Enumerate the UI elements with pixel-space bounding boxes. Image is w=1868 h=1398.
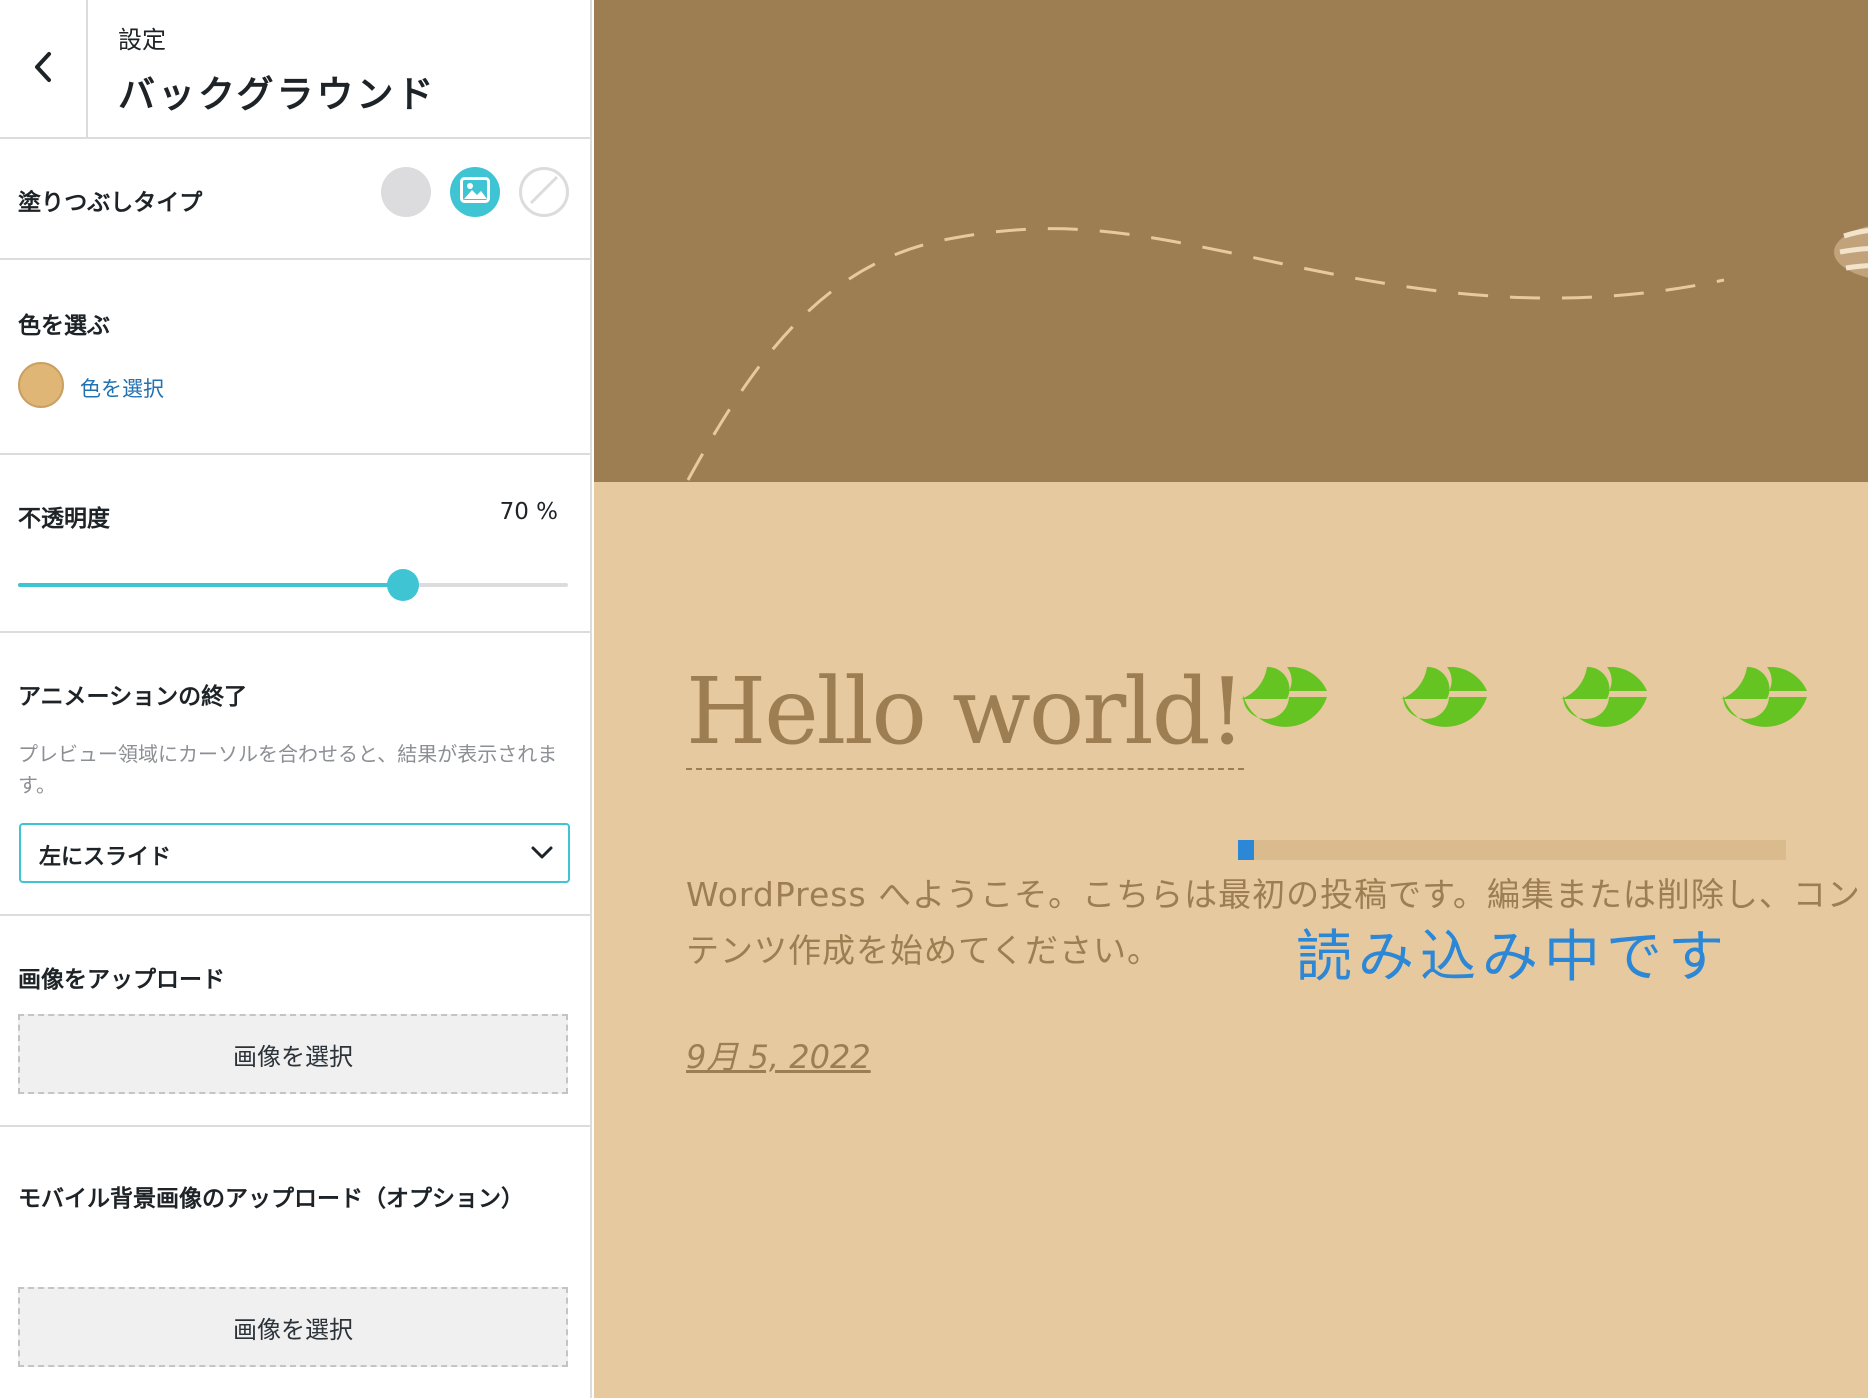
fill-type-section: 塗りつぶしタイプ xyxy=(0,137,590,260)
mobile-upload-image-button[interactable]: 画像を選択 xyxy=(18,1287,568,1367)
mobile-upload-section: モバイル背景画像のアップロード（オプション） 画像を選択 xyxy=(0,1127,590,1398)
site-preview[interactable]: Hello world! WordPress へようこそ。こちらは最初の投稿です… xyxy=(594,0,1868,1398)
preview-hero xyxy=(594,0,1868,482)
wood-stump-decoration xyxy=(1834,226,1868,278)
customizer-sidebar: 設定 バックグラウンド 塗りつぶしタイプ 色を選ぶ 色を選択 不透明度 70 %… xyxy=(0,0,592,1398)
panel-header: 設定 バックグラウンド xyxy=(0,0,590,139)
dashed-path-decoration xyxy=(686,226,1868,481)
color-section: 色を選ぶ 色を選択 xyxy=(0,260,590,455)
opacity-slider-fill xyxy=(18,583,403,587)
panel-breadcrumb: 設定 xyxy=(118,26,166,54)
green-leaf-icon xyxy=(1721,667,1807,727)
preview-content: Hello world! WordPress へようこそ。こちらは最初の投稿です… xyxy=(594,482,1868,1398)
loading-progress-bar xyxy=(1238,840,1786,860)
loading-text: 読み込み中です xyxy=(1296,925,1730,990)
panel-title: バックグラウンド xyxy=(118,73,437,116)
animation-select-value: 左にスライド xyxy=(39,845,172,870)
animation-description: プレビュー領域にカーソルを合わせると、結果が表示されます。 xyxy=(18,742,558,797)
no-fill-icon xyxy=(524,170,564,214)
opacity-slider[interactable] xyxy=(18,569,568,601)
post-date-link[interactable]: 9月 5, 2022 xyxy=(686,1032,871,1078)
chevron-down-icon xyxy=(530,843,554,867)
opacity-section: 不透明度 70 % xyxy=(0,455,590,633)
fill-type-label: 塗りつぶしタイプ xyxy=(18,190,203,216)
chevron-left-icon xyxy=(32,50,54,88)
opacity-slider-thumb[interactable] xyxy=(387,569,419,601)
fill-none-option[interactable] xyxy=(519,167,569,217)
green-leaf-icon xyxy=(1561,667,1647,727)
image-icon xyxy=(460,177,490,207)
post-title-link[interactable]: Hello world! xyxy=(686,662,1246,770)
color-label: 色を選ぶ xyxy=(18,313,110,339)
upload-image-button[interactable]: 画像を選択 xyxy=(18,1014,568,1094)
opacity-value: 70 % xyxy=(499,499,558,525)
animation-select[interactable]: 左にスライド xyxy=(19,823,570,883)
select-color-link[interactable]: 色を選択 xyxy=(80,373,164,403)
animation-label: アニメーションの終了 xyxy=(18,684,248,710)
fill-image-option[interactable] xyxy=(450,167,500,217)
loading-progress-fill xyxy=(1238,840,1255,860)
opacity-label: 不透明度 xyxy=(18,506,110,532)
green-leaf-icon xyxy=(1241,667,1327,727)
green-leaf-icon xyxy=(1401,667,1487,727)
fill-color-option[interactable] xyxy=(381,167,431,217)
upload-label: 画像をアップロード xyxy=(18,967,225,993)
upload-section: 画像をアップロード 画像を選択 xyxy=(0,916,590,1127)
mobile-upload-label: モバイル背景画像のアップロード（オプション） xyxy=(18,1186,524,1212)
color-swatch[interactable] xyxy=(18,362,64,408)
animation-section: アニメーションの終了 プレビュー領域にカーソルを合わせると、結果が表示されます。… xyxy=(0,633,590,916)
back-button[interactable] xyxy=(0,0,88,137)
